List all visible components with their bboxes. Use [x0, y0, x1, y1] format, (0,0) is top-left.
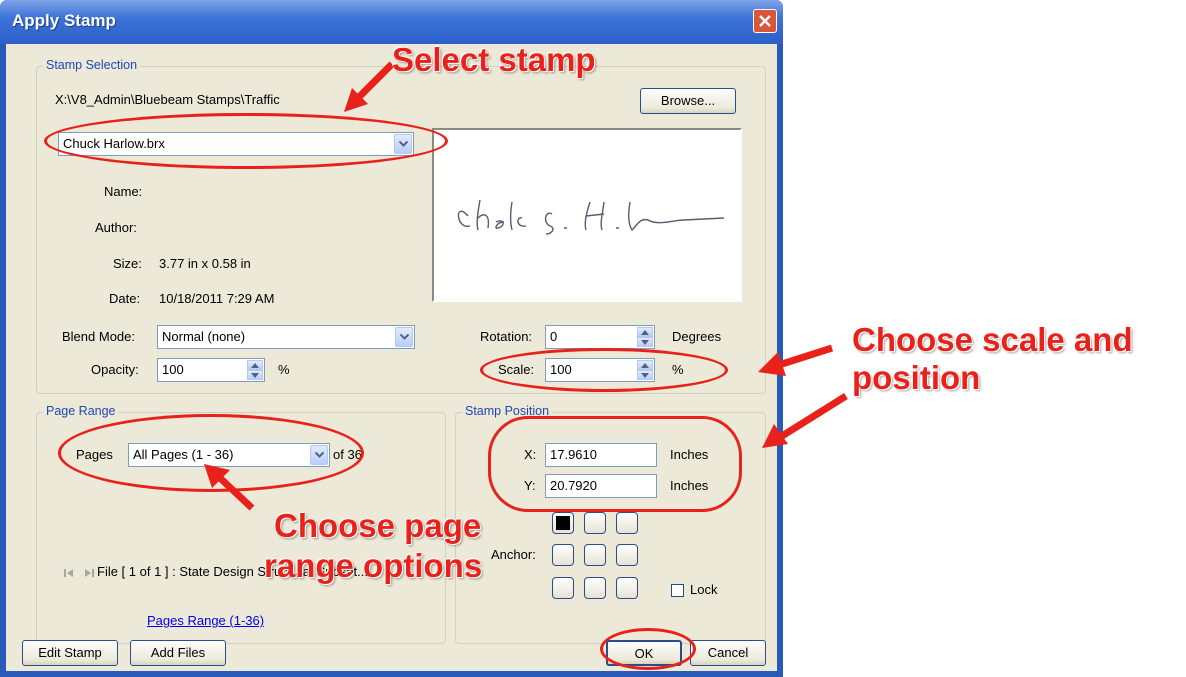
annotation-choose-scale-1: Choose scale and: [852, 321, 1133, 358]
highlight-position: [488, 416, 742, 512]
annotation-choose-scale-2: position: [852, 359, 981, 396]
highlight-ok: [600, 628, 696, 670]
annotation-choose-page-2: range options: [264, 547, 483, 584]
highlight-stamp-select: [44, 113, 448, 169]
arrow-position: [762, 393, 848, 448]
arrow-scale: [758, 344, 834, 376]
highlight-pages: [58, 414, 364, 492]
annotation-select-stamp: Select stamp: [392, 41, 596, 78]
annotation-choose-page-1: Choose page: [274, 507, 482, 544]
arrow-select-stamp: [344, 61, 395, 112]
highlight-scale: [480, 348, 728, 392]
